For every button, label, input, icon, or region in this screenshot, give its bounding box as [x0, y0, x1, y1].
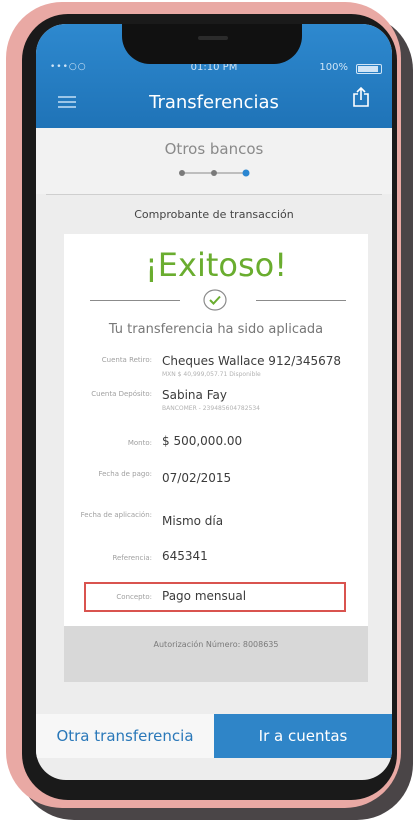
step-header: Otros bancos	[36, 128, 392, 194]
reference-value: 645341	[162, 549, 208, 563]
page-title: Transferencias	[149, 92, 279, 113]
success-title: ¡Exitoso!	[144, 246, 288, 284]
deposit-account-value: Sabina Fay	[162, 388, 227, 402]
success-message: Tu transferencia ha sido aplicada	[108, 322, 324, 337]
authorization-number: Autorización Número: 8008635	[153, 640, 279, 649]
receipt-edge	[64, 674, 368, 680]
application-date-value: Mismo día	[162, 514, 224, 528]
withdrawal-account-label: Cuenta Retiro:	[101, 356, 152, 364]
share-icon[interactable]	[352, 86, 370, 108]
concept-value: Pago mensual	[162, 589, 247, 603]
divider	[256, 300, 346, 301]
action-buttons: Otra transferencia Ir a cuentas	[36, 714, 392, 758]
divider	[46, 194, 382, 195]
go-to-accounts-button[interactable]: Ir a cuentas	[214, 714, 392, 758]
phone-notch	[122, 24, 302, 64]
withdrawal-account-balance: MXN $ 40,999,057.71 Disponible	[162, 371, 261, 378]
battery-percent: 100%	[319, 62, 348, 73]
phone-frame: •••○○ 01:10 PM 100% Transferencias Otros…	[6, 2, 401, 808]
receipt-label: Comprobante de transacción	[134, 208, 294, 221]
deposit-account-detail: BANCOMER - 239485604782534	[162, 405, 260, 412]
battery-icon	[356, 64, 382, 74]
check-circle-icon	[203, 289, 227, 311]
deposit-account-label: Cuenta Depósito:	[91, 390, 152, 398]
payment-date-value: 07/02/2015	[162, 471, 232, 485]
divider	[90, 300, 180, 301]
status-bar: •••○○ 01:10 PM 100%	[36, 62, 392, 76]
concept-label: Concepto:	[116, 593, 152, 601]
amount-value: $ 500,000.00	[162, 434, 243, 448]
application-date-label: Fecha de aplicación:	[80, 511, 152, 519]
app-screen: •••○○ 01:10 PM 100% Transferencias Otros…	[36, 24, 392, 780]
payment-date-label: Fecha de pago:	[98, 470, 152, 478]
step-title: Otros bancos	[164, 140, 264, 158]
amount-label: Monto:	[127, 439, 152, 447]
receipt-card: ¡Exitoso! Tu transferencia ha sido aplic…	[64, 234, 368, 626]
step-progress-indicator	[179, 169, 250, 177]
speaker-grille	[198, 36, 228, 40]
other-transfer-button[interactable]: Otra transferencia	[36, 714, 214, 758]
withdrawal-account-value: Cheques Wallace 912/345678	[162, 354, 342, 368]
reference-label: Referencia:	[112, 554, 152, 562]
authorization-strip: Autorización Número: 8008635	[64, 626, 368, 682]
